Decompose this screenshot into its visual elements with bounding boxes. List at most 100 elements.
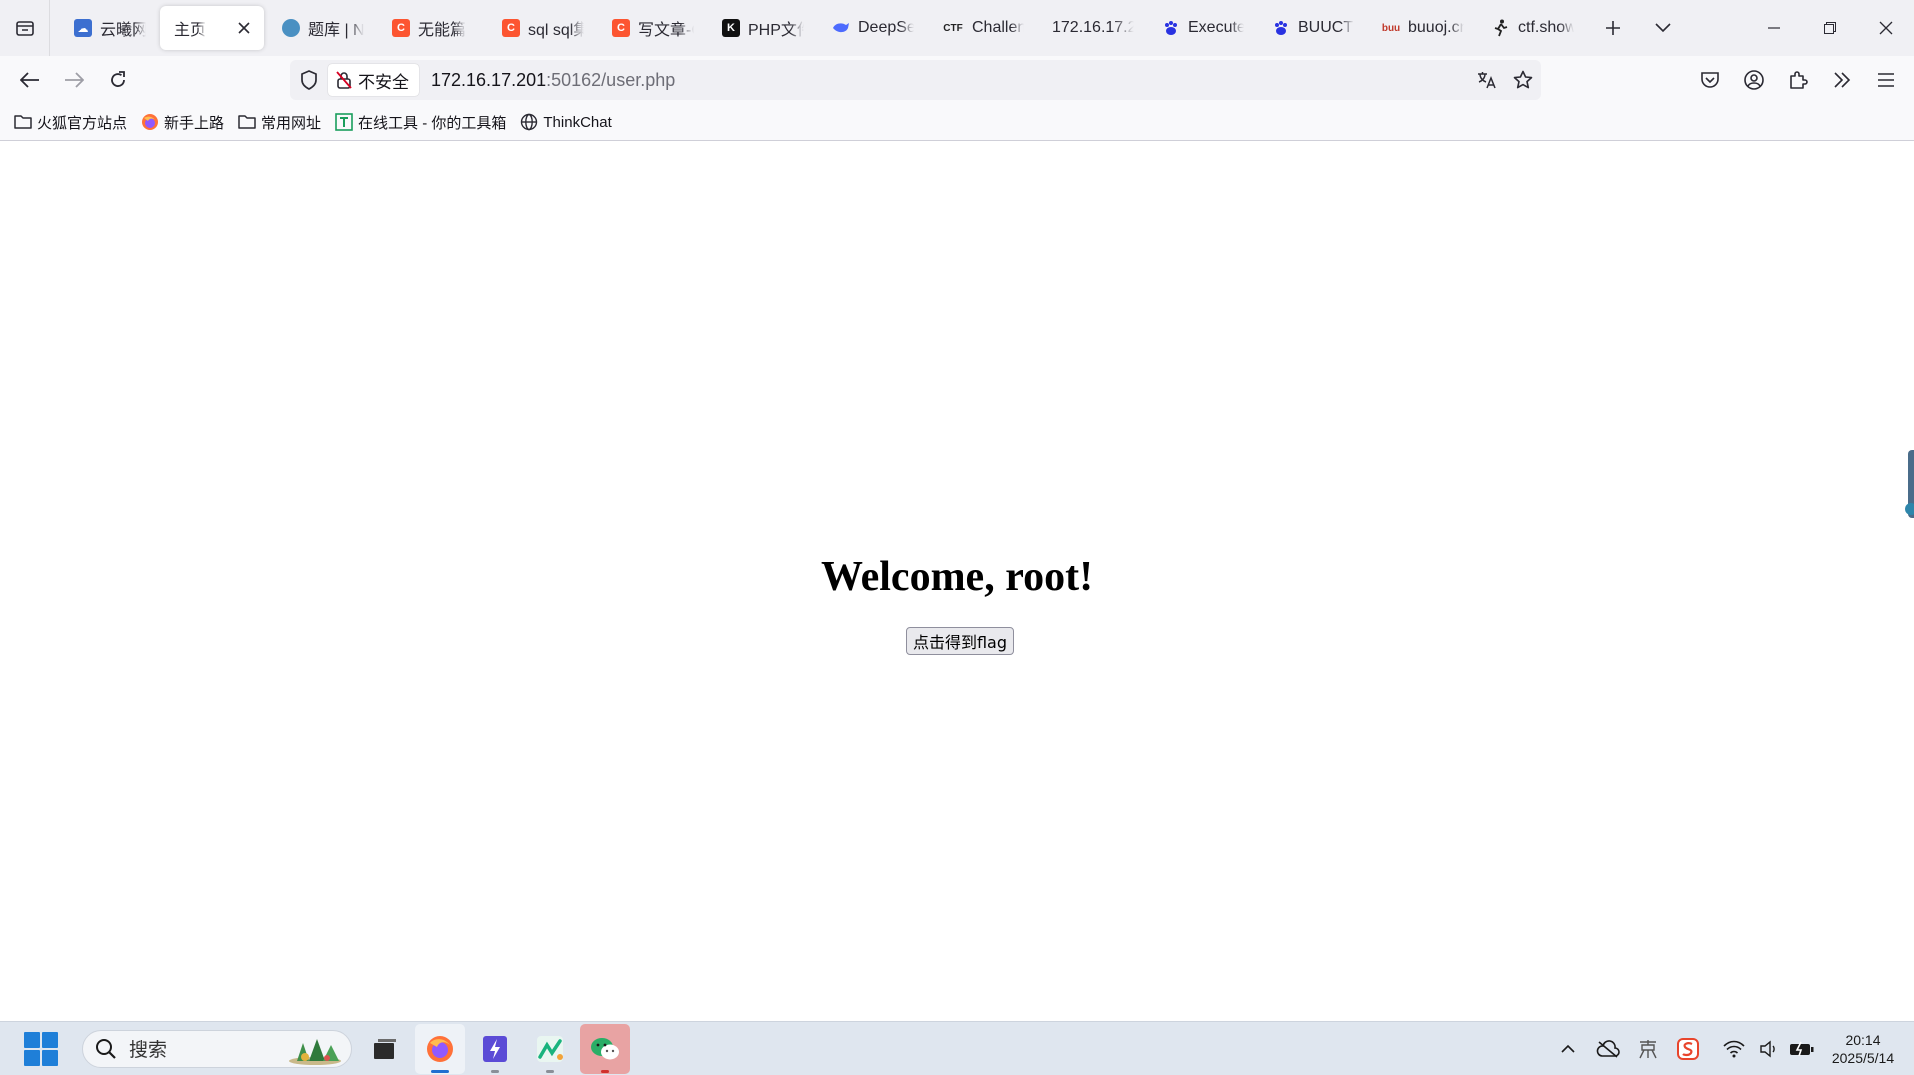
tab-php[interactable]: K PHP文件 [708,6,814,50]
double-chevron-right-icon [1834,72,1851,88]
bookmark-thinkchat[interactable]: ThinkChat [520,113,612,131]
minimize-icon [1768,27,1780,29]
k-favicon-icon: K [722,19,740,37]
tab-nssctf[interactable]: 题库 | N [268,6,374,50]
pocket-icon [1701,72,1719,88]
shield-icon [301,70,317,90]
app-menu-button[interactable] [1864,60,1908,100]
show-hidden-icons-button[interactable] [1548,1029,1588,1069]
pocket-button[interactable] [1688,60,1732,100]
tab-deepseek[interactable]: DeepSe [818,6,924,50]
tab-label: 题库 | N [308,22,364,39]
bookmark-online-tools[interactable]: 在线工具 - 你的工具箱 [335,112,506,133]
bookmark-star-button[interactable] [1505,62,1541,98]
new-tab-button[interactable] [1588,6,1638,50]
window-controls [1746,0,1914,56]
bookmark-getting-started[interactable]: 新手上路 [141,112,224,133]
onedrive-tray-button[interactable] [1588,1029,1628,1069]
windows-logo-tile [24,1049,40,1066]
tab-ctfshow[interactable]: ctf.show [1478,6,1584,50]
arrow-right-icon [65,72,84,88]
speaker-icon [1760,1040,1775,1058]
translate-button[interactable] [1469,62,1505,98]
tab-challenge[interactable]: CTF Challeng [928,6,1034,50]
taskbar-task-view[interactable] [360,1024,410,1074]
tabs-container: ☁ 云曦网络 主页 题库 | N C 无能篇 C sql sql集 C 写文章-… [50,0,1688,56]
bookmark-common-sites[interactable]: 常用网址 [238,112,321,133]
sogou-tray-button[interactable] [1668,1029,1708,1069]
account-button[interactable] [1732,60,1776,100]
toolbar-actions [1688,60,1908,100]
bookmark-firefox-official[interactable]: 火狐官方站点 [14,112,127,133]
close-window-button[interactable] [1858,0,1914,56]
arrow-left-icon [20,72,39,88]
volume-tray-button[interactable] [1754,1029,1784,1069]
cloud-offline-icon [1596,1040,1620,1058]
taskbar-search-box[interactable]: 搜索 [82,1029,352,1068]
tracking-protection-button[interactable] [290,60,328,100]
tab-yunxi[interactable]: ☁ 云曦网络 [60,6,156,50]
input-method-icon [1639,1040,1657,1059]
tab-home[interactable]: 主页 [160,6,264,50]
minimize-button[interactable] [1746,0,1802,56]
running-indicator [431,1069,449,1073]
close-tab-icon[interactable] [234,18,254,38]
url-bar[interactable]: 不安全 172.16.17.201:50162/user.php [290,60,1541,100]
taskbar-firefox[interactable] [415,1023,465,1074]
tab-strip: ☁ 云曦网络 主页 题库 | N C 无能篇 C sql sql集 C 写文章-… [0,0,1914,56]
tab-ip[interactable]: 172.16.17.2 [1038,6,1144,50]
tab-csdn-1[interactable]: C 无能篇 [378,6,484,50]
start-button[interactable] [24,1031,58,1066]
tab-csdn-2[interactable]: C sql sql集 [488,6,594,50]
tab-label: 主页 [174,22,207,39]
baidu-favicon-icon [1272,19,1290,37]
ctf-favicon-icon: CTF [943,22,963,34]
buu-favicon-icon: buu [1381,22,1401,34]
close-icon [1879,21,1893,35]
extensions-button[interactable] [1776,60,1820,100]
wifi-tray-button[interactable] [1714,1029,1754,1069]
taskbar-app-green[interactable] [525,1024,575,1074]
url-host: 172.16.17.201 [431,69,547,90]
tab-label: ctf.show [1518,19,1574,36]
puzzle-icon [1790,71,1808,89]
battery-tray-button[interactable] [1784,1029,1820,1069]
account-icon [1744,70,1764,90]
tab-buuoj[interactable]: buu buuoj.cn [1368,6,1474,50]
windows-logo-tile [42,1031,58,1048]
connection-not-secure-button[interactable]: 不安全 [328,64,419,96]
list-all-tabs-button[interactable] [1638,6,1688,50]
tab-csdn-3[interactable]: C 写文章-C [598,6,704,50]
get-flag-button[interactable]: 点击得到flag [906,627,1014,655]
baidu-favicon-icon [1162,19,1180,37]
web-page-content: Welcome, root! 点击得到flag [0,141,1914,1021]
clock-date: 2025/5/14 [1831,1050,1895,1066]
taskbar-wechat[interactable] [580,1023,630,1074]
tab-label: 云曦网络 [100,22,146,39]
more-tools-button[interactable] [1820,60,1864,100]
running-indicator [546,1069,554,1073]
back-button[interactable] [8,60,52,100]
tab-label: Challeng [972,19,1024,36]
tab-label: PHP文件 [748,22,804,39]
url-bar-actions [1469,62,1541,98]
restore-button[interactable] [1802,0,1858,56]
navigation-toolbar: 不安全 172.16.17.201:50162/user.php [0,56,1914,104]
wifi-icon [1723,1040,1745,1058]
taskbar-app-purple[interactable] [470,1024,520,1074]
welcome-heading: Welcome, root! [820,554,1094,600]
bookmark-label: 新手上路 [164,114,225,132]
forward-button[interactable] [52,60,96,100]
tab-list-button[interactable] [0,0,50,56]
sidebar-dot [1905,503,1914,515]
firefox-icon [427,1035,453,1062]
csdn-favicon-icon: C [392,19,410,37]
system-clock[interactable]: 20:14 2025/5/14 [1820,1031,1906,1067]
tab-execute[interactable]: Execute [1148,6,1254,50]
windows-taskbar: 搜索 20:14 2025/5/14 [0,1021,1914,1075]
runner-favicon-icon [1492,19,1510,37]
tab-buuctf[interactable]: BUUCTF [1258,6,1364,50]
ime-tray-button[interactable] [1628,1029,1668,1069]
url-text[interactable]: 172.16.17.201:50162/user.php [431,70,675,91]
reload-button[interactable] [96,60,140,100]
